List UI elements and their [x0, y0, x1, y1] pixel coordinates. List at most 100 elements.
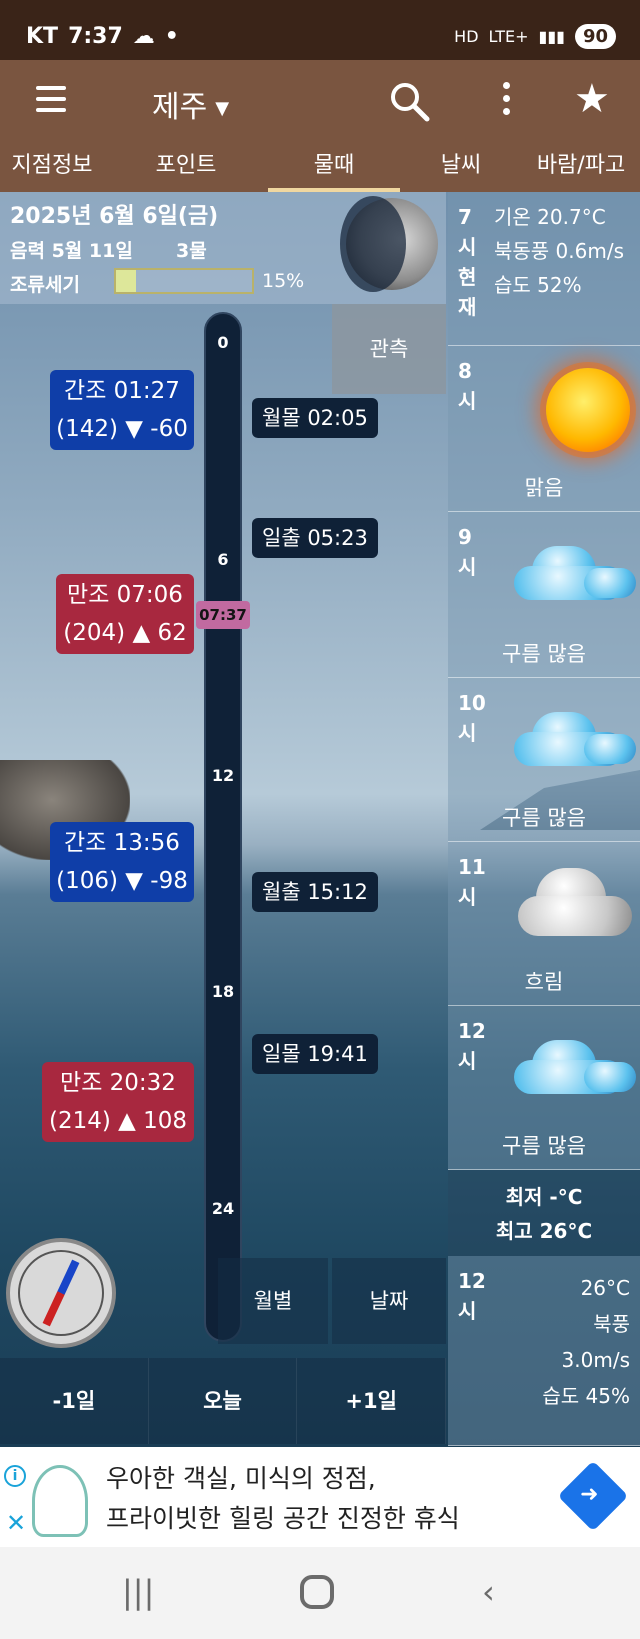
forecast-hour: 10시 구름 많음	[448, 678, 640, 842]
current-time-marker: 07:37	[196, 601, 250, 629]
ad-text-line1: 우아한 객실, 미식의 정점,	[106, 1464, 376, 1493]
hour-label: 18	[211, 982, 235, 1001]
location-name: 제주	[152, 90, 208, 125]
more-options-icon[interactable]	[496, 82, 516, 122]
ad-info-icon[interactable]: i	[4, 1465, 26, 1487]
location-selector[interactable]: 제주 ▼	[152, 82, 229, 126]
forecast-hour: 11시 흐림	[448, 842, 640, 1006]
tab-wind-wave[interactable]: 바람/파고	[522, 144, 640, 192]
summary-wind-dir: 북풍	[593, 1312, 630, 1336]
observe-button[interactable]: 관측	[332, 304, 446, 394]
tab-weather[interactable]: 날씨	[400, 144, 522, 192]
forecast-condition: 흐림	[524, 970, 564, 994]
forecast-hour-label: 10시	[458, 691, 486, 745]
event-sunrise: 일출 05:23	[252, 518, 378, 558]
cloud-icon	[488, 698, 638, 788]
forecast-hour-label: 11시	[458, 855, 486, 909]
forecast-condition: 구름 많음	[502, 642, 586, 666]
forecast-hour: 8시 맑음	[448, 346, 640, 512]
favorite-star-icon[interactable]: ★	[574, 76, 610, 122]
tide-time: 간조 13:56	[64, 830, 180, 856]
min-max-temp: 최저 -°C 최고 26°C	[448, 1170, 640, 1256]
tab-tide[interactable]: 물때	[268, 144, 400, 192]
forecast-hour: 12시 구름 많음	[448, 1006, 640, 1170]
today-button[interactable]: 오늘	[148, 1358, 298, 1444]
current-wind: 북동풍 0.6m/s	[494, 239, 625, 263]
system-nav-bar: ||| ‹	[0, 1547, 640, 1639]
event-moonrise: 월출 15:12	[252, 872, 378, 912]
compass-icon	[6, 1238, 116, 1348]
carrier: KT	[26, 24, 59, 49]
current-humidity: 습도 52%	[494, 273, 582, 297]
summary-humidity: 습도 45%	[542, 1384, 630, 1408]
current-weather: 7시현재 기온 20.7°C 북동풍 0.6m/s 습도 52%	[448, 192, 640, 346]
cloud-icon	[488, 532, 638, 622]
hour-label: 12	[211, 766, 235, 785]
forecast-hour-label: 8시	[458, 359, 477, 413]
date-button[interactable]: 날짜	[332, 1258, 446, 1344]
tide-time: 만조 07:06	[67, 582, 183, 608]
summary-hour-label: 12시	[458, 1269, 486, 1323]
tide-phase: 3물	[176, 240, 207, 262]
recent-apps-icon[interactable]: |||	[122, 1573, 154, 1611]
current-hour-label: 7시현재	[458, 205, 477, 319]
max-temp: 최고 26°C	[495, 1219, 593, 1243]
tide-low-1: 간조 01:27 (142) ▼ -60	[50, 370, 194, 450]
chevron-down-icon: ▼	[215, 98, 230, 119]
sun-icon	[488, 346, 638, 466]
date-text: 2025년 6월 6일(금)	[10, 204, 219, 229]
tide-level: (106) ▼ -98	[56, 868, 188, 894]
ad-banner[interactable]: i ✕ 우아한 객실, 미식의 정점, 프라이빗한 힐링 공간 진정한 휴식 ➜	[0, 1447, 640, 1547]
search-icon[interactable]	[388, 80, 430, 122]
overcast-icon	[488, 862, 638, 952]
forecast-condition: 구름 많음	[502, 1134, 586, 1158]
clock: 7:37	[68, 24, 123, 49]
battery-level: 90	[574, 24, 616, 49]
next-day-button[interactable]: +1일	[297, 1358, 447, 1444]
ad-text-line2: 프라이빗한 힐링 공간 진정한 휴식	[106, 1504, 460, 1533]
tide-time: 만조 20:32	[60, 1070, 176, 1096]
monthly-button[interactable]: 월별	[218, 1258, 328, 1344]
current-temp: 기온 20.7°C	[494, 205, 606, 229]
cloud-icon: ☁	[132, 24, 155, 49]
current-details: 기온 20.7°C 북동풍 0.6m/s 습도 52%	[494, 200, 634, 302]
tide-time: 간조 01:27	[64, 378, 180, 404]
summary-wind-speed: 3.0m/s	[561, 1348, 630, 1372]
tide-level: (204) ▲ 62	[63, 620, 187, 646]
tide-low-2: 간조 13:56 (106) ▼ -98	[50, 822, 194, 902]
tab-point[interactable]: 포인트	[104, 144, 268, 192]
current-strength-label: 조류세기	[10, 274, 80, 296]
current-strength-value: 15%	[262, 270, 305, 292]
tab-location-info[interactable]: 지점정보	[0, 144, 104, 192]
tide-level: (142) ▼ -60	[56, 416, 188, 442]
summary-details: 26°C 북풍 3.0m/s 습도 45%	[542, 1270, 630, 1414]
signal-icon: ▮▮▮	[538, 27, 565, 46]
forecast-condition: 맑음	[524, 476, 564, 500]
tide-timeline	[204, 312, 242, 1342]
forecast-hour-label: 12시	[458, 1019, 486, 1073]
hour-label: 6	[217, 550, 229, 569]
date-info-panel: 2025년 6월 6일(금) 음력 5월 11일 3물 조류세기 15%	[0, 192, 446, 304]
forecast-hour: 9시 구름 많음	[448, 512, 640, 678]
day-navigation: -1일 오늘 +1일	[0, 1358, 447, 1444]
app-bar: 제주 ▼ ★	[0, 60, 640, 144]
daily-weather-summary: 12시 26°C 북풍 3.0m/s 습도 45%	[448, 1256, 640, 1446]
menu-icon[interactable]	[36, 86, 66, 114]
cloud-icon	[488, 1026, 638, 1116]
forecast-hour-label: 9시	[458, 525, 477, 579]
event-moonset: 월몰 02:05	[252, 398, 378, 438]
hour-label: 24	[211, 1199, 235, 1218]
home-icon[interactable]	[300, 1575, 334, 1609]
status-bar: KT 7:37 ☁ • HD LTE+ ▮▮▮ 90	[0, 0, 640, 60]
close-icon[interactable]: ✕	[6, 1509, 26, 1537]
tab-bar: 지점정보 포인트 물때 날씨 바람/파고	[0, 144, 640, 192]
dot-icon: •	[164, 24, 179, 49]
back-icon[interactable]: ‹	[482, 1573, 495, 1611]
event-sunset: 일몰 19:41	[252, 1034, 378, 1074]
tide-high-1: 만조 07:06 (204) ▲ 62	[56, 574, 194, 654]
ad-directions-icon[interactable]: ➜	[557, 1460, 629, 1532]
tide-level: (214) ▲ 108	[48, 1108, 188, 1134]
prev-day-button[interactable]: -1일	[0, 1358, 149, 1444]
hd-icon: HD	[454, 27, 479, 46]
forecast-condition: 구름 많음	[502, 806, 586, 830]
